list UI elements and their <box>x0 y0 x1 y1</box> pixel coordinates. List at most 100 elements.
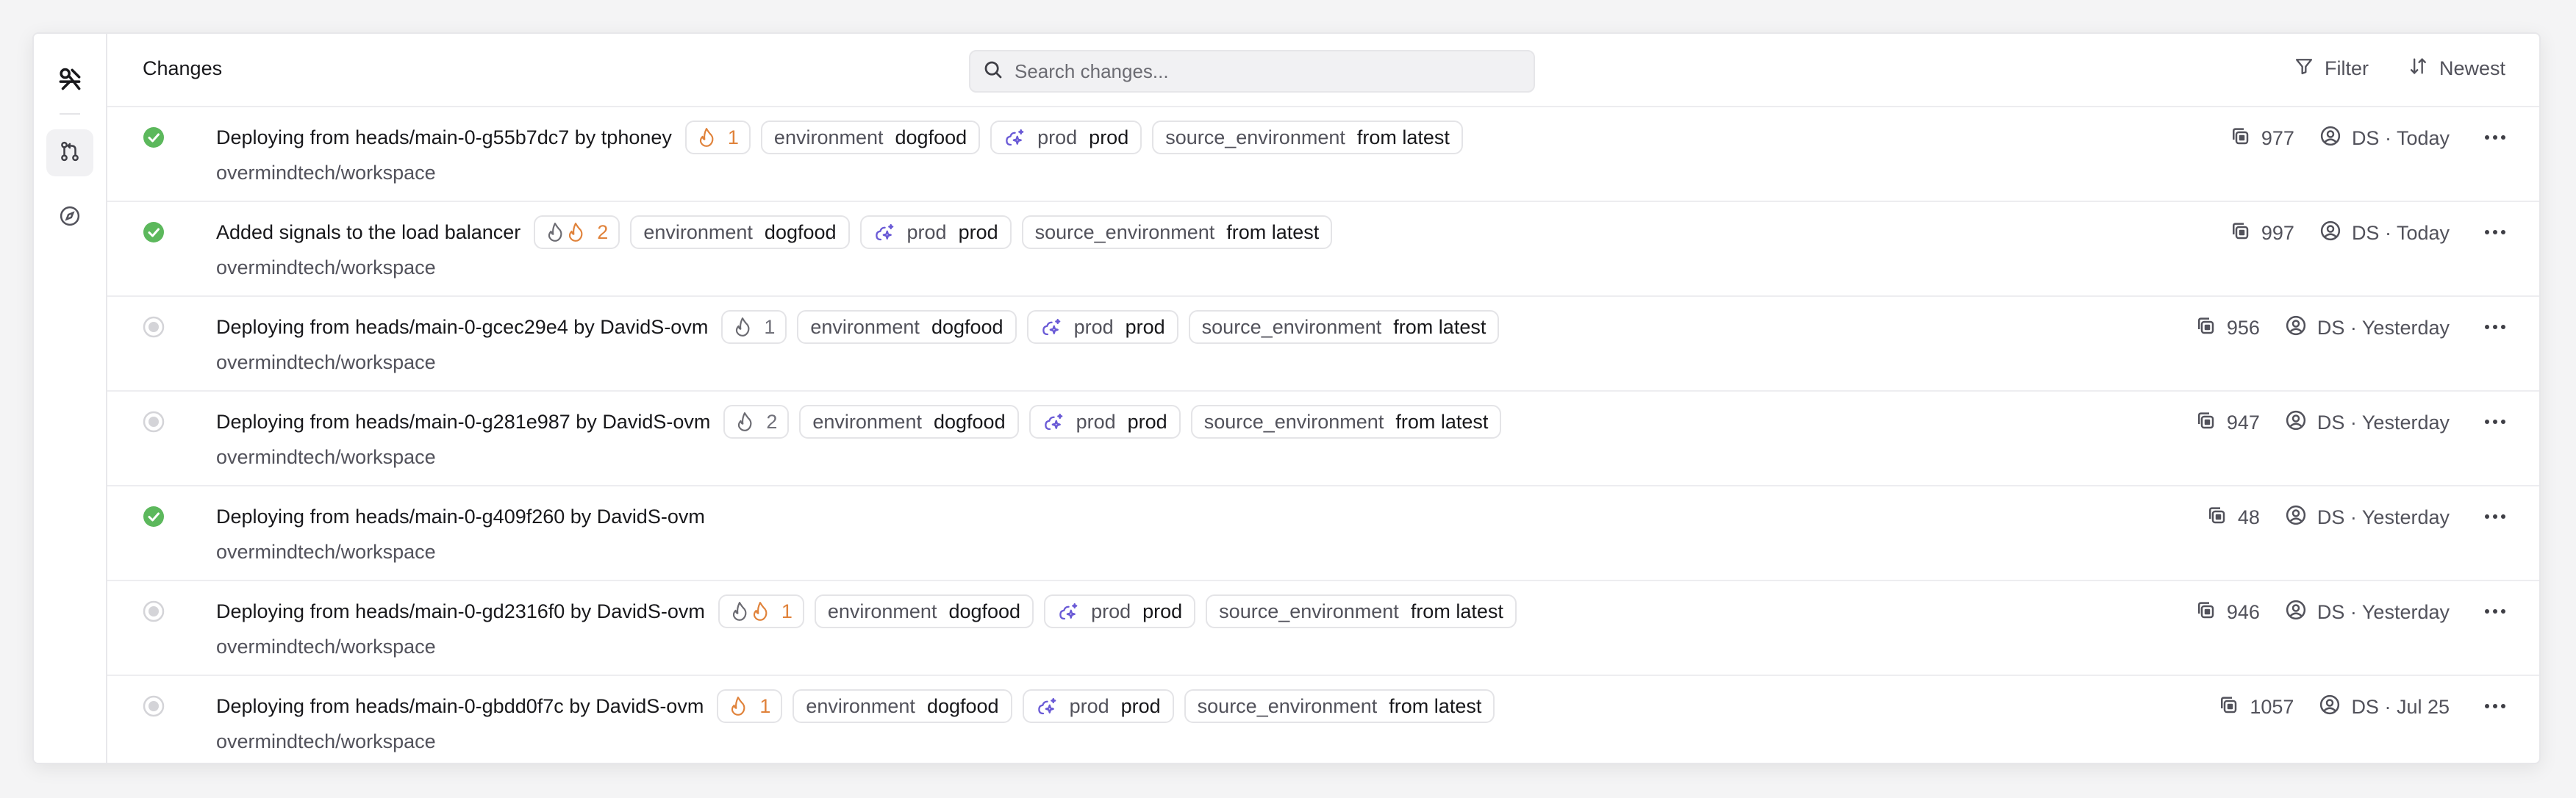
filter-button[interactable]: Filter <box>2294 56 2369 82</box>
tag-environment[interactable]: environment dogfood <box>799 405 1019 439</box>
tag-environment[interactable]: environment dogfood <box>760 121 981 154</box>
risk-badge[interactable]: 1 <box>684 121 751 154</box>
repo-name[interactable]: overmindtech/workspace <box>216 162 436 184</box>
tag-source-environment[interactable]: source_environment from latest <box>1184 689 1495 723</box>
user-circle-icon <box>2285 409 2307 436</box>
tag-source-environment[interactable]: source_environment from latest <box>1021 215 1333 249</box>
repo-name[interactable]: overmindtech/workspace <box>216 636 436 658</box>
risk-badge[interactable]: 2 <box>723 405 790 439</box>
tag-key: source_environment <box>1219 600 1399 622</box>
author-date: DS · Today <box>2351 126 2450 149</box>
change-row[interactable]: Deploying from heads/main-0-g55b7dc7 by … <box>107 107 2539 202</box>
status-check-icon <box>143 221 165 243</box>
change-line: Deploying from heads/main-0-g55b7dc7 by … <box>216 119 1463 156</box>
tag-source-environment[interactable]: source_environment from latest <box>1190 405 1502 439</box>
repo-name[interactable]: overmindtech/workspace <box>216 730 436 753</box>
more-menu-button[interactable] <box>2480 600 2510 624</box>
logo-icon[interactable] <box>52 62 87 97</box>
more-menu-button[interactable] <box>2480 126 2510 150</box>
more-menu-button[interactable] <box>2480 695 2510 719</box>
tag-prod[interactable]: prod prod <box>859 215 1012 249</box>
item-count: 48 <box>2205 504 2260 531</box>
author-info: DS · Today <box>2319 220 2450 247</box>
more-horizontal-icon <box>2483 700 2507 713</box>
tag-prod[interactable]: prod prod <box>990 121 1142 154</box>
change-row[interactable]: Deploying from heads/main-0-gcec29e4 by … <box>107 297 2539 392</box>
change-line: Added signals to the load balancer 2 env… <box>216 214 1333 251</box>
nav-explore[interactable] <box>46 194 93 241</box>
tag-source-environment[interactable]: source_environment from latest <box>1206 594 1517 628</box>
risk-count: 1 <box>781 600 793 622</box>
change-title[interactable]: Deploying from heads/main-0-gcec29e4 by … <box>216 316 708 339</box>
tag-environment[interactable]: environment dogfood <box>793 689 1012 723</box>
flame-icon <box>730 601 749 622</box>
tag-value: from latest <box>1226 220 1320 243</box>
change-row[interactable]: Deploying from heads/main-0-g409f260 by … <box>107 486 2539 581</box>
change-title[interactable]: Deploying from heads/main-0-gd2316f0 by … <box>216 600 705 623</box>
change-row[interactable]: Added signals to the load balancer 2 env… <box>107 202 2539 297</box>
item-count: 997 <box>2229 220 2294 247</box>
change-title[interactable]: Deploying from heads/main-0-g281e987 by … <box>216 411 710 434</box>
item-count-value: 1057 <box>2250 695 2294 718</box>
change-title[interactable]: Added signals to the load balancer <box>216 221 520 244</box>
search-bar[interactable] <box>969 50 1535 93</box>
tag-value: dogfood <box>895 126 967 148</box>
tag-source-environment[interactable]: source_environment from latest <box>1152 121 1463 154</box>
row-meta: 947 DS · Yesterday <box>2194 409 2510 436</box>
repo-name[interactable]: overmindtech/workspace <box>216 541 436 564</box>
tag-prod[interactable]: prod prod <box>1026 310 1178 344</box>
tag-environment[interactable]: environment dogfood <box>814 594 1034 628</box>
change-row[interactable]: Deploying from heads/main-0-g281e987 by … <box>107 392 2539 486</box>
tag-environment[interactable]: environment dogfood <box>630 215 850 249</box>
author-date: DS · Yesterday <box>2316 600 2450 623</box>
row-meta: 1057 DS · Jul 25 <box>2217 694 2510 719</box>
sparkle-cloud-icon <box>1057 600 1079 622</box>
more-horizontal-icon <box>2483 226 2507 240</box>
change-title[interactable]: Deploying from heads/main-0-g409f260 by … <box>216 506 705 528</box>
nav-changes[interactable] <box>46 129 93 176</box>
tag-prod[interactable]: prod prod <box>1044 594 1196 628</box>
flame-icon <box>545 222 565 242</box>
tag-key: source_environment <box>1203 410 1384 433</box>
tag-value: prod <box>1089 126 1129 148</box>
tag-value: dogfood <box>948 600 1021 622</box>
sparkle-cloud-icon <box>1003 126 1026 148</box>
repo-name[interactable]: overmindtech/workspace <box>216 351 436 374</box>
risk-count: 1 <box>764 315 776 338</box>
more-menu-button[interactable] <box>2480 506 2510 529</box>
status-pending-icon <box>143 411 165 433</box>
change-line: Deploying from heads/main-0-gcec29e4 by … <box>216 309 1500 345</box>
change-title[interactable]: Deploying from heads/main-0-g55b7dc7 by … <box>216 126 672 149</box>
tag-key: prod <box>1073 315 1114 338</box>
author-info: DS · Yesterday <box>2285 314 2450 342</box>
row-meta: 997 DS · Today <box>2229 220 2510 247</box>
row-meta: 48 DS · Yesterday <box>2205 504 2510 531</box>
risk-badge[interactable]: 1 <box>718 594 804 628</box>
more-menu-button[interactable] <box>2480 221 2510 245</box>
tag-environment[interactable]: environment dogfood <box>797 310 1017 344</box>
more-menu-button[interactable] <box>2480 316 2510 339</box>
risk-badge[interactable]: 1 <box>721 310 787 344</box>
tag-value: from latest <box>1395 410 1489 433</box>
change-row[interactable]: Deploying from heads/main-0-gbdd0f7c by … <box>107 676 2539 763</box>
change-title[interactable]: Deploying from heads/main-0-gbdd0f7c by … <box>216 695 704 718</box>
tag-prod[interactable]: prod prod <box>1028 405 1181 439</box>
tag-key: source_environment <box>1197 694 1378 717</box>
stack-icon <box>2205 504 2228 531</box>
search-input[interactable] <box>1015 60 1534 83</box>
change-row[interactable]: Deploying from heads/main-0-gd2316f0 by … <box>107 581 2539 676</box>
sort-button[interactable]: Newest <box>2408 56 2505 82</box>
tag-value: from latest <box>1356 126 1450 148</box>
changes-header: Changes Filter <box>107 34 2539 107</box>
tag-value: dogfood <box>931 315 1003 338</box>
more-menu-button[interactable] <box>2480 411 2510 434</box>
sort-label: Newest <box>2439 57 2505 79</box>
tag-source-environment[interactable]: source_environment from latest <box>1188 310 1500 344</box>
tag-prod[interactable]: prod prod <box>1022 689 1174 723</box>
author-date: DS · Yesterday <box>2316 316 2450 339</box>
risk-badge[interactable]: 1 <box>717 689 783 723</box>
repo-name[interactable]: overmindtech/workspace <box>216 446 436 469</box>
risk-badge[interactable]: 2 <box>534 215 620 249</box>
repo-name[interactable]: overmindtech/workspace <box>216 256 436 279</box>
item-count-value: 947 <box>2226 411 2260 434</box>
